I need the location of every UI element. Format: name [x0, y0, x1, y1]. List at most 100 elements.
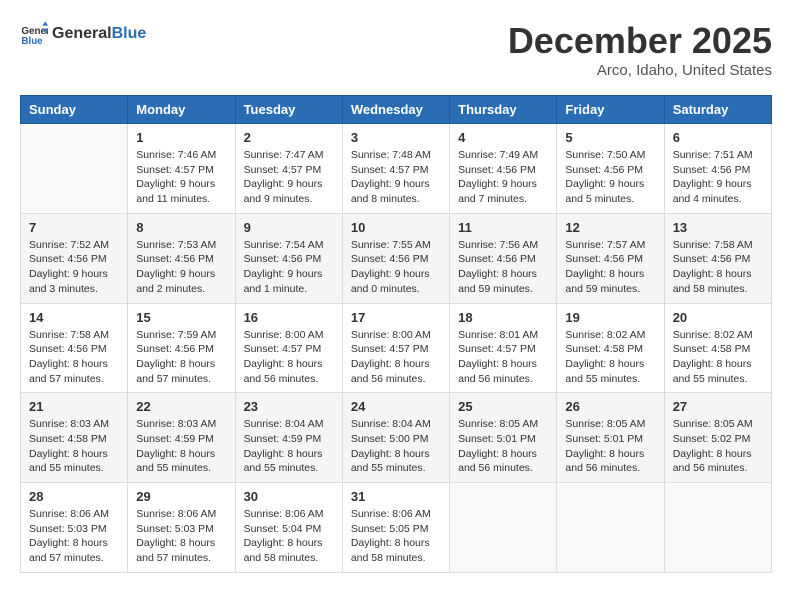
calendar-day-cell: 21 Sunrise: 8:03 AMSunset: 4:58 PMDayligh…: [21, 393, 128, 483]
day-number: 23: [244, 399, 334, 414]
col-thursday: Thursday: [450, 96, 557, 124]
calendar-day-cell: [21, 124, 128, 214]
calendar-day-cell: 15Sunrise: 7:59 AMSunset: 4:56 PMDayligh…: [128, 303, 235, 393]
calendar-table: Sunday Monday Tuesday Wednesday Thursday…: [20, 95, 772, 573]
day-number: 14: [29, 310, 119, 325]
day-number: 28: [29, 489, 119, 504]
day-info: Sunrise: 8:02 AMSunset: 4:58 PMDaylight:…: [673, 328, 763, 387]
logo: General Blue General Blue: [20, 20, 146, 48]
day-number: 7: [29, 220, 119, 235]
calendar-day-cell: [450, 483, 557, 573]
day-info: Sunrise: 8:05 AMSunset: 5:01 PMDaylight:…: [565, 417, 655, 476]
header-row: Sunday Monday Tuesday Wednesday Thursday…: [21, 96, 772, 124]
day-info: Sunrise: 8:06 AMSunset: 5:03 PMDaylight:…: [136, 507, 226, 566]
logo-general-text: General: [52, 25, 112, 43]
day-number: 6: [673, 130, 763, 145]
day-info: Sunrise: 8:05 AMSunset: 5:01 PMDaylight:…: [458, 417, 548, 476]
calendar-week-row: 21 Sunrise: 8:03 AMSunset: 4:58 PMDayligh…: [21, 393, 772, 483]
calendar-week-row: 28 Sunrise: 8:06 AMSunset: 5:03 PMDayligh…: [21, 483, 772, 573]
calendar-day-cell: 13Sunrise: 7:58 AMSunset: 4:56 PMDayligh…: [664, 213, 771, 303]
day-number: 2: [244, 130, 334, 145]
day-info: Sunrise: 8:05 AMSunset: 5:02 PMDaylight:…: [673, 417, 763, 476]
day-info: Sunrise: 8:03 AMSunset: 4:58 PMDaylight:…: [29, 417, 119, 476]
calendar-week-row: 1 Sunrise: 7:46 AMSunset: 4:57 PMDaylight…: [21, 124, 772, 214]
day-info: Sunrise: 8:00 AMSunset: 4:57 PMDaylight:…: [351, 328, 441, 387]
day-info: Sunrise: 8:04 AMSunset: 4:59 PMDaylight:…: [244, 417, 334, 476]
day-number: 20: [673, 310, 763, 325]
day-info: Sunrise: 7:55 AMSunset: 4:56 PMDaylight:…: [351, 238, 441, 297]
calendar-day-cell: 1 Sunrise: 7:46 AMSunset: 4:57 PMDaylight…: [128, 124, 235, 214]
day-info: Sunrise: 7:48 AMSunset: 4:57 PMDaylight:…: [351, 148, 441, 207]
day-info: Sunrise: 7:50 AMSunset: 4:56 PMDaylight:…: [565, 148, 655, 207]
day-number: 4: [458, 130, 548, 145]
calendar-day-cell: 31Sunrise: 8:06 AMSunset: 5:05 PMDayligh…: [342, 483, 449, 573]
day-number: 1: [136, 130, 226, 145]
day-number: 21: [29, 399, 119, 414]
day-number: 26: [565, 399, 655, 414]
day-number: 8: [136, 220, 226, 235]
calendar-day-cell: 8 Sunrise: 7:53 AMSunset: 4:56 PMDaylight…: [128, 213, 235, 303]
day-number: 10: [351, 220, 441, 235]
day-info: Sunrise: 8:04 AMSunset: 5:00 PMDaylight:…: [351, 417, 441, 476]
day-info: Sunrise: 7:57 AMSunset: 4:56 PMDaylight:…: [565, 238, 655, 297]
calendar-day-cell: 5Sunrise: 7:50 AMSunset: 4:56 PMDaylight…: [557, 124, 664, 214]
day-number: 3: [351, 130, 441, 145]
logo-blue-text: Blue: [112, 25, 147, 43]
calendar-day-cell: 11 Sunrise: 7:56 AMSunset: 4:56 PMDayligh…: [450, 213, 557, 303]
day-info: Sunrise: 7:46 AMSunset: 4:57 PMDaylight:…: [136, 148, 226, 207]
day-info: Sunrise: 8:06 AMSunset: 5:04 PMDaylight:…: [244, 507, 334, 566]
calendar-week-row: 14 Sunrise: 7:58 AMSunset: 4:56 PMDayligh…: [21, 303, 772, 393]
calendar-day-cell: 3 Sunrise: 7:48 AMSunset: 4:57 PMDaylight…: [342, 124, 449, 214]
day-number: 9: [244, 220, 334, 235]
col-friday: Friday: [557, 96, 664, 124]
day-info: Sunrise: 7:58 AMSunset: 4:56 PMDaylight:…: [29, 328, 119, 387]
day-info: Sunrise: 7:56 AMSunset: 4:56 PMDaylight:…: [458, 238, 548, 297]
calendar-day-cell: 25 Sunrise: 8:05 AMSunset: 5:01 PMDayligh…: [450, 393, 557, 483]
calendar-day-cell: 28 Sunrise: 8:06 AMSunset: 5:03 PMDayligh…: [21, 483, 128, 573]
col-sunday: Sunday: [21, 96, 128, 124]
day-info: Sunrise: 7:52 AMSunset: 4:56 PMDaylight:…: [29, 238, 119, 297]
calendar-day-cell: 23 Sunrise: 8:04 AMSunset: 4:59 PMDayligh…: [235, 393, 342, 483]
calendar-day-cell: 24 Sunrise: 8:04 AMSunset: 5:00 PMDayligh…: [342, 393, 449, 483]
calendar-day-cell: 4Sunrise: 7:49 AMSunset: 4:56 PMDaylight…: [450, 124, 557, 214]
day-number: 31: [351, 489, 441, 504]
col-saturday: Saturday: [664, 96, 771, 124]
day-number: 11: [458, 220, 548, 235]
day-number: 17: [351, 310, 441, 325]
calendar-day-cell: 22 Sunrise: 8:03 AMSunset: 4:59 PMDayligh…: [128, 393, 235, 483]
calendar-day-cell: 12 Sunrise: 7:57 AMSunset: 4:56 PMDayligh…: [557, 213, 664, 303]
calendar-day-cell: 29 Sunrise: 8:06 AMSunset: 5:03 PMDayligh…: [128, 483, 235, 573]
calendar-title: December 2025: [508, 20, 772, 62]
calendar-day-cell: 6 Sunrise: 7:51 AMSunset: 4:56 PMDaylight…: [664, 124, 771, 214]
col-wednesday: Wednesday: [342, 96, 449, 124]
day-info: Sunrise: 8:03 AMSunset: 4:59 PMDaylight:…: [136, 417, 226, 476]
day-number: 29: [136, 489, 226, 504]
day-info: Sunrise: 7:47 AMSunset: 4:57 PMDaylight:…: [244, 148, 334, 207]
calendar-day-cell: 17 Sunrise: 8:00 AMSunset: 4:57 PMDayligh…: [342, 303, 449, 393]
day-number: 12: [565, 220, 655, 235]
calendar-day-cell: 30 Sunrise: 8:06 AMSunset: 5:04 PMDayligh…: [235, 483, 342, 573]
header-area: General Blue General Blue December 2025 …: [20, 20, 772, 79]
day-info: Sunrise: 7:58 AMSunset: 4:56 PMDaylight:…: [673, 238, 763, 297]
day-info: Sunrise: 7:53 AMSunset: 4:56 PMDaylight:…: [136, 238, 226, 297]
logo-icon: General Blue: [20, 20, 48, 48]
calendar-day-cell: 26 Sunrise: 8:05 AMSunset: 5:01 PMDayligh…: [557, 393, 664, 483]
day-info: Sunrise: 7:54 AMSunset: 4:56 PMDaylight:…: [244, 238, 334, 297]
day-info: Sunrise: 7:51 AMSunset: 4:56 PMDaylight:…: [673, 148, 763, 207]
day-number: 25: [458, 399, 548, 414]
day-info: Sunrise: 7:59 AMSunset: 4:56 PMDaylight:…: [136, 328, 226, 387]
day-number: 30: [244, 489, 334, 504]
calendar-day-cell: 16Sunrise: 8:00 AMSunset: 4:57 PMDayligh…: [235, 303, 342, 393]
col-monday: Monday: [128, 96, 235, 124]
day-info: Sunrise: 8:06 AMSunset: 5:03 PMDaylight:…: [29, 507, 119, 566]
day-number: 24: [351, 399, 441, 414]
day-number: 22: [136, 399, 226, 414]
calendar-day-cell: [664, 483, 771, 573]
calendar-day-cell: 2 Sunrise: 7:47 AMSunset: 4:57 PMDaylight…: [235, 124, 342, 214]
day-number: 18: [458, 310, 548, 325]
calendar-day-cell: 7 Sunrise: 7:52 AMSunset: 4:56 PMDaylight…: [21, 213, 128, 303]
calendar-day-cell: 18Sunrise: 8:01 AMSunset: 4:57 PMDayligh…: [450, 303, 557, 393]
day-number: 19: [565, 310, 655, 325]
calendar-day-cell: 9 Sunrise: 7:54 AMSunset: 4:56 PMDaylight…: [235, 213, 342, 303]
calendar-day-cell: 19Sunrise: 8:02 AMSunset: 4:58 PMDayligh…: [557, 303, 664, 393]
